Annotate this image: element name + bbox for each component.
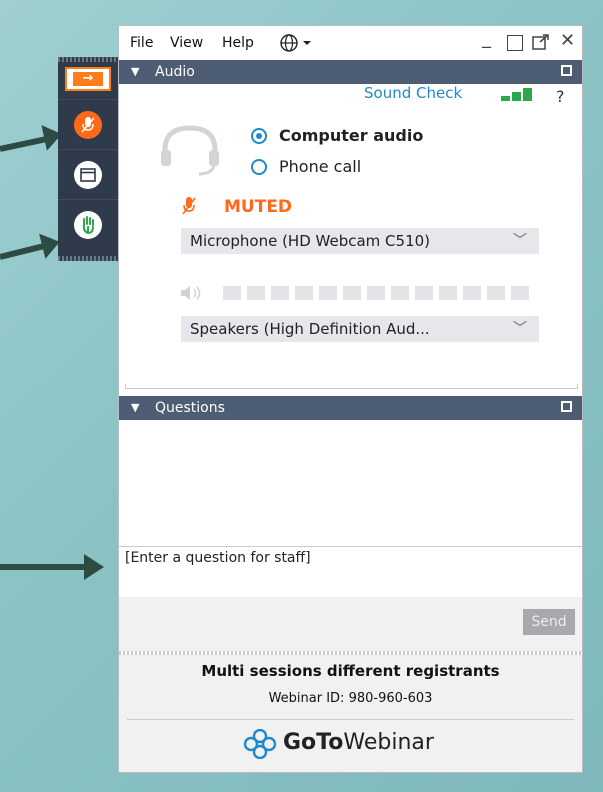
flower-logo-icon: [243, 729, 277, 759]
popout-icon[interactable]: [532, 34, 550, 55]
headset-icon: [159, 124, 221, 180]
phone-call-radio[interactable]: [251, 159, 267, 175]
audio-section-title: Audio: [155, 64, 195, 80]
session-title: Multi sessions different registrants: [201, 662, 500, 680]
popout-section-icon[interactable]: [561, 401, 572, 412]
annotation-arrow-question: [0, 564, 88, 570]
question-footer: Send: [119, 597, 582, 651]
question-input[interactable]: [Enter a question for staff]: [119, 546, 582, 598]
collapse-triangle-icon: ▼: [131, 65, 140, 78]
question-input-placeholder: [Enter a question for staff]: [125, 550, 311, 566]
phone-call-label[interactable]: Phone call: [279, 157, 361, 176]
annotation-arrow-mic: [0, 135, 50, 152]
chevron-down-icon: ﹀: [513, 321, 527, 337]
questions-section-header[interactable]: ▼ Questions: [119, 396, 582, 420]
computer-audio-label[interactable]: Computer audio: [279, 126, 423, 145]
annotation-arrowhead-question: [84, 554, 104, 580]
speakers-select-value: Speakers (High Definition Aud...: [190, 320, 430, 338]
close-icon[interactable]: ✕: [560, 30, 575, 51]
mic-muted-small-icon: [181, 196, 197, 220]
audio-section-header[interactable]: ▼ Audio: [119, 60, 582, 84]
session-divider: [127, 719, 574, 720]
raise-hand-icon: [74, 211, 102, 239]
chevron-down-icon: ﹀: [513, 233, 527, 249]
show-panel-arrow-icon: →: [73, 72, 103, 86]
collapse-triangle-icon: ▼: [131, 401, 140, 414]
minimize-icon[interactable]: _: [482, 28, 491, 49]
session-info: Multi sessions different registrants Web…: [119, 655, 582, 772]
window-icon: [74, 161, 102, 189]
globe-icon: [280, 34, 311, 52]
speaker-icon: [179, 284, 205, 306]
speaker-level-meter: [223, 286, 539, 300]
questions-section-title: Questions: [155, 400, 225, 416]
muted-status: MUTED: [224, 197, 293, 217]
brand-bold: GoTo: [283, 730, 344, 755]
sound-check-link[interactable]: Sound Check: [364, 84, 462, 102]
raise-hand-button[interactable]: [58, 199, 118, 250]
toolbar-grip-top[interactable]: [58, 57, 118, 62]
brand-light: Webinar: [343, 730, 434, 755]
gotowebinar-panel: File View Help _ ✕ ▼ Audio Sound Check ?…: [118, 25, 583, 773]
language-menu[interactable]: [279, 33, 313, 57]
audio-section-resize-handle[interactable]: [125, 384, 578, 389]
speakers-select[interactable]: Speakers (High Definition Aud... ﹀: [181, 316, 539, 342]
show-panel-button[interactable]: →: [65, 67, 111, 91]
microphone-select-value: Microphone (HD Webcam C510): [190, 232, 431, 250]
menu-bar: File View Help _ ✕: [119, 26, 582, 60]
audio-help-icon[interactable]: ?: [556, 87, 565, 106]
questions-log: [119, 420, 582, 546]
webinar-id: Webinar ID: 980-960-603: [268, 691, 433, 706]
menu-file[interactable]: File: [130, 35, 153, 51]
mic-toggle-button[interactable]: [58, 99, 118, 150]
maximize-icon[interactable]: [507, 35, 523, 51]
send-button[interactable]: Send: [523, 609, 575, 635]
mic-muted-icon: [74, 111, 102, 139]
computer-audio-radio[interactable]: [251, 128, 267, 144]
toolbar-grip-bottom[interactable]: [58, 256, 118, 261]
popout-section-icon[interactable]: [561, 65, 572, 76]
menu-view[interactable]: View: [170, 35, 203, 51]
control-panel-toolbar: →: [58, 57, 118, 261]
menu-help[interactable]: Help: [222, 35, 254, 51]
microphone-select[interactable]: Microphone (HD Webcam C510) ﹀: [181, 228, 539, 254]
toggle-window-button[interactable]: [58, 149, 118, 200]
